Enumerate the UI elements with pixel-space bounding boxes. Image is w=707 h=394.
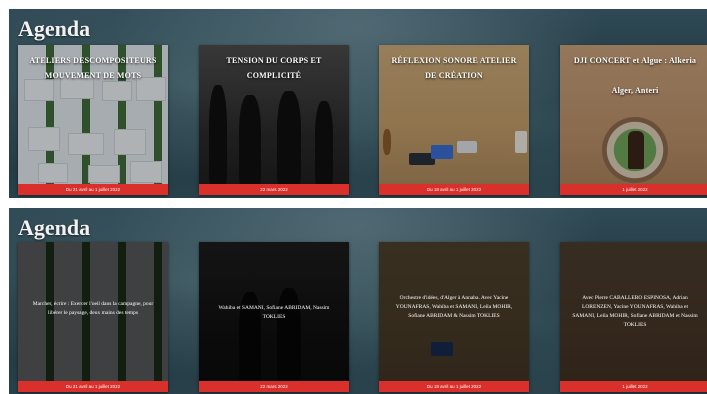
card-description: Orchestre d'idées, d'Alger à Annaba. Ave… <box>395 295 513 319</box>
card-date-bar: 22 mars 2022 <box>199 381 349 392</box>
card-subtitle: Alger, Anteri <box>611 86 659 95</box>
card-date-bar: 1 juillet 2022 <box>560 381 707 392</box>
card-date-bar: Du 21 avril au 1 juillet 2022 <box>18 184 168 195</box>
card-description: Wahiba et SAMANI, Sofiane ABRIDAM, Nassi… <box>218 305 330 320</box>
card-title: RÉFLEXION SONORE ATELIER DE CRÉATION <box>391 56 517 80</box>
card-title: TENSION DU CORPS ET COMPLICITÉ <box>226 56 322 80</box>
card-description: Marcher, écrire : Exercer l'oeil dans la… <box>32 301 154 316</box>
card-date-bar: 22 mars 2022 <box>199 184 349 195</box>
card-title: DJI CONCERT et Algue : Alkeria <box>573 56 697 65</box>
card-title: ATELIERS DESCOMPOSITEURS MOUVEMENT DE MO… <box>29 56 157 80</box>
card-date-bar: Du 18 avril au 1 juillet 2022 <box>379 381 529 392</box>
card-description: Avec Pierre CABALLERO ESPINOSA, Adrian L… <box>572 295 698 328</box>
agenda-card-3-hover[interactable]: Orchestre d'idées, d'Alger à Annaba. Ave… <box>379 242 529 392</box>
agenda-card-2[interactable]: TENSION DU CORPS ET COMPLICITÉ 22 mars 2… <box>199 45 349 195</box>
card-date-bar: Du 21 avril au 1 juillet 2022 <box>18 381 168 392</box>
agenda-heading: Agenda <box>18 215 91 240</box>
agenda-card-1-hover[interactable]: Marcher, écrire : Exercer l'oeil dans la… <box>18 242 168 392</box>
agenda-heading: Agenda <box>18 16 91 41</box>
agenda-panel-bottom: Agenda Marcher, écrire : Exercer l'oeil … <box>9 208 707 394</box>
card-date-bar: 1 juillet 2022 <box>560 184 707 195</box>
agenda-card-2-hover[interactable]: Wahiba et SAMANI, Sofiane ABRIDAM, Nassi… <box>199 242 349 392</box>
card-date-bar: Du 18 avril au 1 juillet 2022 <box>379 184 529 195</box>
agenda-card-1[interactable]: ATELIERS DESCOMPOSITEURS MOUVEMENT DE MO… <box>18 45 168 195</box>
agenda-card-3[interactable]: RÉFLEXION SONORE ATELIER DE CRÉATION Du … <box>379 45 529 195</box>
agenda-card-4-hover[interactable]: Avec Pierre CABALLERO ESPINOSA, Adrian L… <box>560 242 707 392</box>
agenda-panel-top: Agenda ATELIERS DESCOMPOSITEURS MOUVEMEN… <box>9 9 707 198</box>
agenda-card-4[interactable]: DJI CONCERT et Algue : Alkeria Alger, An… <box>560 45 707 195</box>
